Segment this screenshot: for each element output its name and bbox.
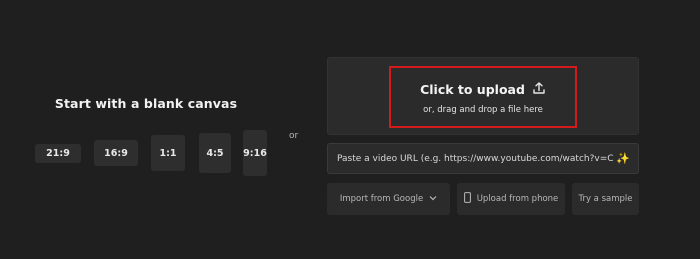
sparkle-icon[interactable]: ✨ [616,152,630,165]
import-from-google-label: Import from Google [339,194,424,204]
video-url-input[interactable] [337,153,615,164]
upload-icon [532,80,546,99]
upload-from-phone-button[interactable]: Upload from phone [457,183,565,215]
ratio-9-16-button[interactable]: 9:16 [243,130,267,176]
ratio-1-1-button[interactable]: 1:1 [151,135,185,171]
ratio-4-5-button[interactable]: 4:5 [199,133,231,173]
import-from-google-button[interactable]: Import from Google [327,183,450,215]
phone-icon [463,192,471,206]
video-url-field[interactable]: ✨ [327,143,639,174]
upload-title: Click to upload [420,81,525,97]
upload-subtitle: or, drag and drop a file here [423,104,543,115]
ratio-16-9-button[interactable]: 16:9 [94,140,138,166]
blank-canvas-title: Start with a blank canvas [54,96,238,111]
try-sample-button[interactable]: Try a sample [572,183,639,215]
upload-from-phone-label: Upload from phone [476,194,559,204]
ratio-21-9-button[interactable]: 21:9 [35,144,81,163]
upload-button[interactable]: Click to upload or, drag and drop a file… [389,66,577,128]
or-separator: or [289,131,299,141]
chevron-down-icon [429,194,437,204]
